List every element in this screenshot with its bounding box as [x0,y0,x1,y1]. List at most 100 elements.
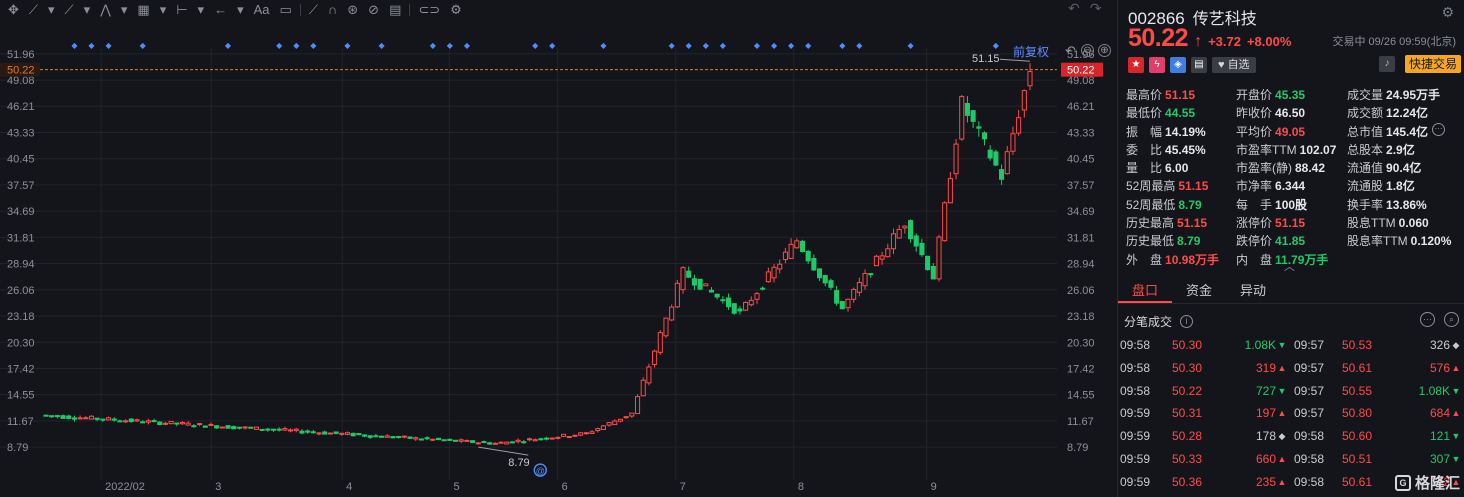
compare-tool-icon[interactable]: ⊂⊃ [413,0,445,20]
more-icon[interactable]: ··· [1420,312,1435,327]
candle-body [566,436,572,439]
text-tool-icon[interactable]: Aa [249,0,275,20]
tab-zijin[interactable]: 资金 [1172,280,1226,303]
magnet-tool-icon[interactable]: ∩ [323,0,342,20]
chevron-down-icon[interactable]: ▾ [43,0,60,20]
tag-icon[interactable]: ◈ [1170,57,1186,73]
zoom-in-icon[interactable]: ⊕ [1098,44,1111,57]
event-marker-icon: ◆ [600,41,607,50]
tick-volume: 117 [1224,494,1276,497]
stats-row: 振 幅 14.19% 平均价 49.05 总市值 145.4亿 ⋯ [1126,122,1463,141]
note-tool-icon[interactable]: ▭ [275,0,297,20]
chevron-down-icon[interactable]: ▾ [116,0,133,20]
note-icon[interactable]: ▤ [1191,57,1207,73]
y-tick-label-right: 49.08 [1067,75,1095,87]
chevron-down-icon[interactable]: ▾ [232,0,249,20]
candle-body [367,435,373,438]
stat-value: 8.79 [1177,234,1201,249]
reset-icon[interactable]: ↶ [1064,44,1077,57]
tick-direction-icon: ◆ [1278,431,1286,442]
y-tick-label-left: 8.79 [7,442,28,454]
crosshair-tool-icon[interactable]: ✥ [3,0,24,20]
tick-time: 09:58 [1288,494,1342,497]
hide-tool-icon[interactable]: ⊘ [363,0,384,20]
delete-tool-icon[interactable]: ▤ [384,0,406,20]
candle-body [242,426,248,429]
chevron-down-icon[interactable]: ▾ [79,0,96,20]
fib-tool-icon[interactable]: ▦ [132,0,154,20]
redo-icon[interactable]: ↷ [1090,0,1102,17]
tick-price: 50.44 [1154,494,1224,497]
tick-time: 09:58 [1294,474,1325,489]
kline-canvas[interactable]: 51.96 51.9649.08 49.0846.21 46.2143.33 43.33… [0,20,1117,497]
magnify-icon[interactable]: ⌕ [1444,312,1459,327]
tick-direction-icon: ▼ [1451,385,1461,396]
stat-cell: 昨收价 46.50 [1236,104,1347,122]
candle-body [106,417,112,421]
candle-body [828,280,834,288]
chevron-down-icon[interactable]: ▾ [193,0,210,20]
watchlist-button[interactable]: ♥ 自选 [1212,57,1256,73]
arrow-tool-icon[interactable]: ← [209,0,232,20]
stat-value: 44.55 [1165,106,1196,121]
zoom-out-icon[interactable]: ⊖ [1081,44,1094,57]
tick-entry: 09:58 50.51 307 ▼ [1288,448,1464,471]
tick-price: 50.36 [1172,474,1203,489]
event-marker-icon: ◆ [532,41,539,50]
tick-volume: 307 [1429,451,1450,466]
wave-tool-icon[interactable]: ⋀ [95,0,116,20]
candle-body [885,248,891,258]
stat-cell: 52周最低 8.79 [1126,196,1236,214]
y-tick-label-right: 14.55 [1067,390,1095,402]
candle-body [339,432,345,435]
tick-entry: 09:5850.54 [1288,494,1464,497]
info-icon[interactable]: i [1180,315,1194,328]
candle-body [538,438,544,441]
candle-body [458,439,464,442]
stat-cell: 换手率 13.86% [1347,196,1463,214]
stats-row: 最高价 51.15 开盘价 45.35 成交量 24.95万手 [1126,86,1463,104]
stat-value: 2.9亿 [1386,142,1415,157]
tick-direction-icon: ◆ [1452,340,1460,350]
tick-price: 50.51 [1342,451,1373,466]
candle-body [521,441,527,444]
candle-body [418,438,424,441]
stat-cell: 外 盘 10.98万手 [1126,251,1236,269]
candle-body [822,275,828,284]
undo-icon[interactable]: ↶ [1068,0,1080,17]
candle-body [481,441,487,444]
chevron-down-icon[interactable]: ▾ [155,0,172,20]
tick-volume: 197 [1255,406,1276,421]
candle-body [424,437,430,440]
more-icon[interactable]: ⋯ [1432,122,1446,136]
quick-trade-button[interactable]: 快捷交易 [1404,55,1461,73]
stat-cell: 成交额 12.24亿 [1347,104,1463,122]
kline-chart[interactable]: 51.96 51.96 49.08 49.08 46.21 46.21 43.33 43.33… [0,20,1117,497]
tab-yidong[interactable]: 异动 [1226,280,1280,303]
gear-icon[interactable]: ⚙ [1441,4,1454,21]
candle-body [361,434,368,437]
flash-icon[interactable]: ϟ [1149,57,1165,73]
adjust-mode-button[interactable]: 前复权 [1013,43,1049,60]
stat-label: 换手率 [1347,197,1384,212]
lock-tool-icon[interactable]: ⊛ [342,0,363,20]
tick-entry: 09:57 50.80 684 ▲ [1288,402,1464,425]
candle-body [356,433,362,436]
tab-pankou[interactable]: 盘口 [1118,280,1173,303]
settings-tool-icon[interactable]: ⚙ [445,0,467,20]
tick-entry: 09:59 50.31 197 ▲ [1118,402,1288,425]
tick-direction-icon: ▲ [1276,494,1288,497]
chevron-up-icon[interactable]: ︿ [1284,258,1295,274]
pen-tool-icon[interactable]: ⟋ [304,0,323,20]
trendline-tool-icon[interactable]: ⟋ [24,0,43,20]
measure-tool-icon[interactable]: ⊢ [171,0,192,20]
tick-time: 09:58 [1120,338,1151,352]
bell-icon[interactable]: ♪ [1379,56,1395,72]
event-marker-icon: ◆ [856,41,863,50]
candle-body [305,430,311,433]
ray-tool-icon[interactable]: ⟋ [60,0,79,20]
candle-body [475,442,481,445]
candle-body [248,426,254,429]
event-marker-icon: ◆ [703,41,710,50]
candle-body [595,428,601,432]
